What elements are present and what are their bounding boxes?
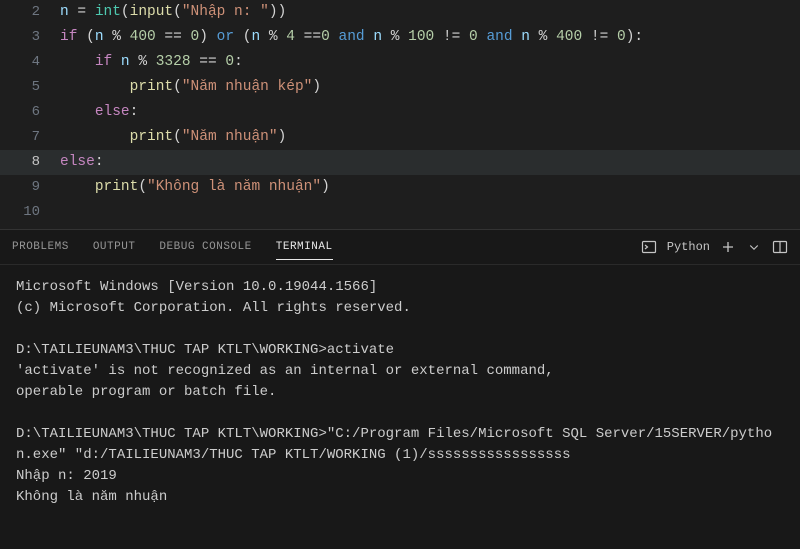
line-number: 8 — [0, 150, 60, 175]
line-number: 6 — [0, 100, 60, 125]
code-content: print("Năm nhuận") — [60, 125, 800, 150]
split-terminal-icon[interactable] — [772, 239, 788, 255]
code-line[interactable]: 2 n = int(input("Nhập n: ")) — [0, 0, 800, 25]
line-number: 5 — [0, 75, 60, 100]
code-content: n = int(input("Nhập n: ")) — [60, 0, 800, 25]
tab-debug-console[interactable]: DEBUG CONSOLE — [159, 235, 251, 259]
code-content: if n % 3328 == 0: — [60, 50, 800, 75]
tab-output[interactable]: OUTPUT — [93, 235, 136, 259]
terminal-output[interactable]: Microsoft Windows [Version 10.0.19044.15… — [0, 265, 800, 549]
code-content: print("Không là năm nhuận") — [60, 175, 800, 200]
code-line[interactable]: 8 else: — [0, 150, 800, 175]
panel-tabs: PROBLEMS OUTPUT DEBUG CONSOLE TERMINAL P… — [0, 230, 800, 265]
code-line[interactable]: 4 if n % 3328 == 0: — [0, 50, 800, 75]
panel-actions: Python — [641, 239, 788, 255]
code-content: print("Năm nhuận kép") — [60, 75, 800, 100]
shell-label[interactable]: Python — [667, 240, 710, 254]
code-line[interactable]: 7 print("Năm nhuận") — [0, 125, 800, 150]
line-number: 2 — [0, 0, 60, 25]
new-terminal-icon[interactable] — [720, 239, 736, 255]
line-number: 9 — [0, 175, 60, 200]
code-content — [60, 200, 800, 225]
code-line[interactable]: 5 print("Năm nhuận kép") — [0, 75, 800, 100]
code-content: else: — [60, 150, 800, 175]
code-content: if (n % 400 == 0) or (n % 4 ==0 and n % … — [60, 25, 800, 50]
code-line[interactable]: 6 else: — [0, 100, 800, 125]
code-line[interactable]: 10 — [0, 200, 800, 225]
line-number: 4 — [0, 50, 60, 75]
tab-problems[interactable]: PROBLEMS — [12, 235, 69, 259]
code-line[interactable]: 3 if (n % 400 == 0) or (n % 4 ==0 and n … — [0, 25, 800, 50]
code-editor[interactable]: 2 n = int(input("Nhập n: ")) 3 if (n % 4… — [0, 0, 800, 229]
line-number: 3 — [0, 25, 60, 50]
bottom-panel: PROBLEMS OUTPUT DEBUG CONSOLE TERMINAL P… — [0, 230, 800, 549]
code-line[interactable]: 9 print("Không là năm nhuận") — [0, 175, 800, 200]
launch-profile-icon[interactable] — [641, 239, 657, 255]
chevron-down-icon[interactable] — [746, 239, 762, 255]
code-content: else: — [60, 100, 800, 125]
tab-terminal[interactable]: TERMINAL — [276, 235, 333, 260]
line-number: 10 — [0, 200, 60, 225]
line-number: 7 — [0, 125, 60, 150]
